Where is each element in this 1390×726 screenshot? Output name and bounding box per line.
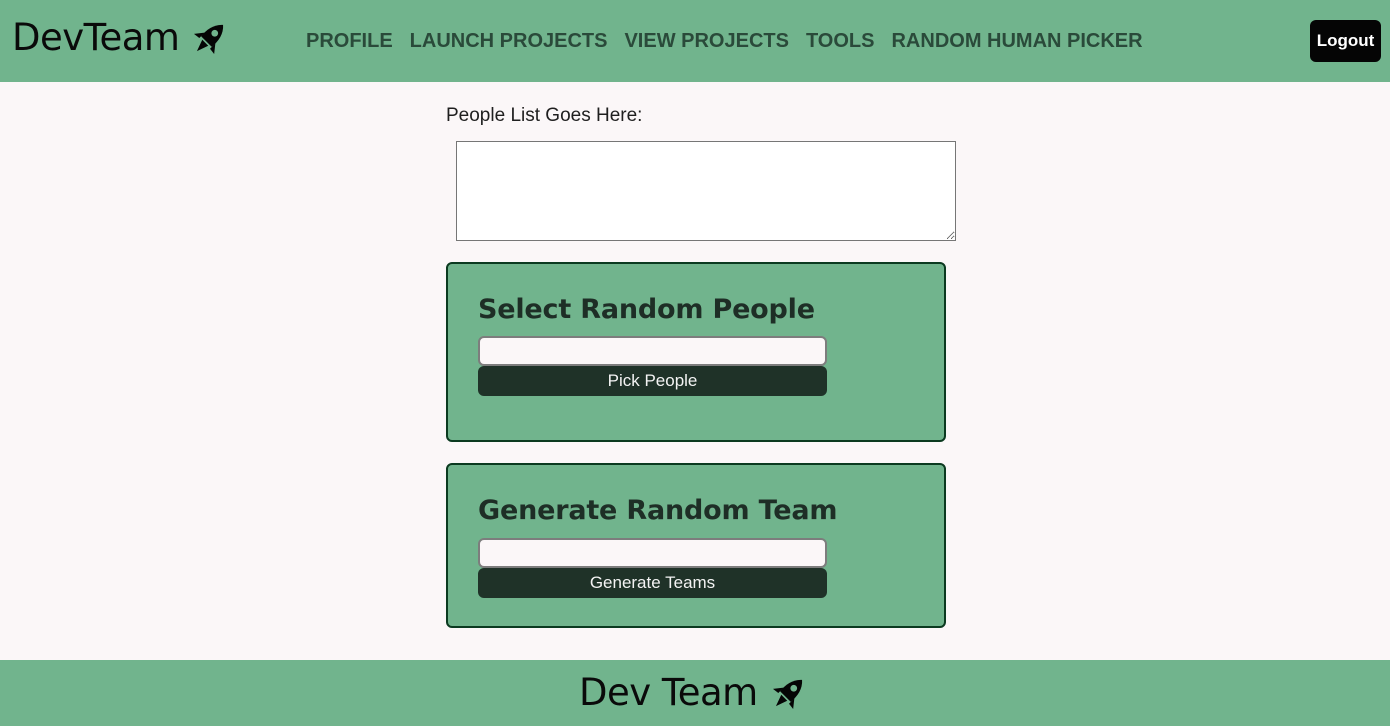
pick-people-button[interactable]: Pick People bbox=[478, 366, 827, 396]
generate-teams-button[interactable]: Generate Teams bbox=[478, 568, 827, 598]
brand-link[interactable]: DevTeam bbox=[12, 14, 231, 62]
nav-link-tools[interactable]: TOOLS bbox=[806, 28, 875, 54]
rocket-icon bbox=[772, 679, 802, 710]
rocket-icon bbox=[194, 24, 224, 55]
nav-link-random-human-picker[interactable]: RANDOM HUMAN PICKER bbox=[891, 28, 1142, 54]
people-list-textarea[interactable] bbox=[456, 141, 956, 241]
team-count-input[interactable] bbox=[478, 538, 827, 568]
nav-link-view-projects[interactable]: VIEW PROJECTS bbox=[624, 28, 788, 54]
generate-random-team-title: Generate Random Team bbox=[478, 495, 838, 526]
select-random-people-card: Select Random People Pick People bbox=[446, 262, 946, 442]
footer: Dev Team bbox=[0, 660, 1390, 726]
logout-button[interactable]: Logout bbox=[1310, 20, 1381, 62]
generate-random-team-card: Generate Random Team Generate Teams bbox=[446, 463, 946, 628]
select-random-people-title: Select Random People bbox=[478, 294, 815, 325]
brand-title: DevTeam bbox=[12, 16, 180, 59]
footer-brand: Dev Team bbox=[579, 668, 810, 718]
nav-link-launch-projects[interactable]: LAUNCH PROJECTS bbox=[410, 28, 608, 54]
main-nav: PROFILE LAUNCH PROJECTS VIEW PROJECTS TO… bbox=[306, 28, 1160, 54]
nav-link-profile[interactable]: PROFILE bbox=[306, 28, 393, 54]
people-count-input[interactable] bbox=[478, 336, 827, 366]
footer-title: Dev Team bbox=[579, 671, 758, 714]
people-list-label: People List Goes Here: bbox=[446, 105, 643, 126]
navbar: DevTeam PROFILE LAUNCH PROJECTS VIEW PRO… bbox=[0, 0, 1390, 82]
